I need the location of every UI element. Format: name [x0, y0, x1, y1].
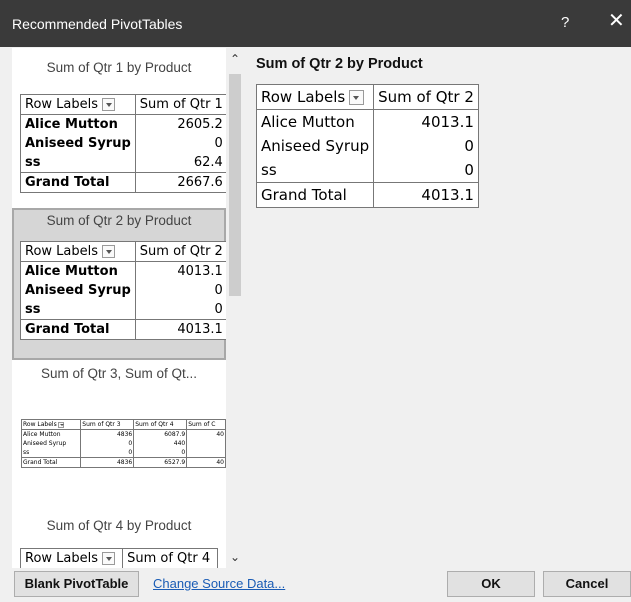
filter-dropdown-icon: [57, 421, 64, 428]
scroll-thumb[interactable]: [229, 74, 241, 296]
dialog-titlebar: Recommended PivotTables ? ✕: [0, 0, 631, 47]
pivot-thumbnail-table: Row Labels Sum of Qtr 1 Alice Mutton 2605…: [20, 94, 226, 193]
thumbnails-scrollbar[interactable]: ⌃ ⌄: [226, 48, 244, 568]
dialog-title: Recommended PivotTables: [12, 16, 183, 32]
header-value: Sum of Qtr 2: [373, 84, 479, 110]
recommendation-caption: Sum of Qtr 2 by Product: [46, 213, 192, 228]
header-value: Sum of Qtr 1: [134, 94, 226, 115]
pivot-thumbnail-table: Row Labels Sum of Qtr 2 Alice Mutton 4013…: [20, 241, 226, 340]
filter-dropdown-icon: [349, 90, 365, 105]
preview-title: Sum of Qtr 2 by Product: [256, 56, 423, 72]
grand-total-row: Grand Total 4013.1: [255, 182, 479, 208]
grand-total-row: Grand Total 2667.6: [20, 172, 226, 193]
filter-dropdown-icon: [102, 245, 116, 258]
recommendation-caption: Sum of Qtr 3, Sum of Qt...: [40, 366, 198, 381]
recommendation-qtr2[interactable]: Sum of Qtr 2 by Product Row Labels Sum o…: [12, 208, 226, 360]
pivot-thumbnail-table: Row Labels Sum of Qtr 3 Sum of Qtr 4 Sum…: [20, 419, 226, 468]
table-row: Aniseed Syrup 0: [255, 134, 479, 158]
pivot-preview: Row Labels Sum of Qtr 2 Alice Mutton 4013…: [255, 84, 479, 208]
table-row: Aniseed Syrup 0 440: [20, 439, 226, 448]
blank-pivottable-button[interactable]: Blank PivotTable: [14, 571, 139, 597]
change-source-data-link[interactable]: Change Source Data...: [153, 576, 285, 591]
filter-dropdown-icon: [102, 552, 116, 565]
table-row: ss 62.4: [20, 153, 226, 173]
table-row: Aniseed Syrup 0: [20, 281, 226, 300]
scroll-down-icon[interactable]: ⌄: [226, 550, 244, 564]
recommendation-caption: Sum of Qtr 4 by Product: [46, 518, 192, 533]
recommendation-qtr3-qtr4[interactable]: Sum of Qtr 3, Sum of Qt... Row Labels Su…: [12, 360, 226, 510]
header-row-labels: Row Labels: [19, 548, 124, 568]
header-value: Sum of Qtr 4: [122, 548, 218, 568]
recommendations-list[interactable]: Sum of Qtr 1 by Product Row Labels Sum o…: [12, 48, 226, 568]
table-row: Alice Mutton 4013.1: [255, 109, 479, 134]
scroll-up-icon[interactable]: ⌃: [226, 52, 244, 66]
pivot-thumbnail-table: Row Labels Sum of Qtr 4: [19, 548, 218, 568]
grand-total-row: Grand Total 4836 6527.9 40: [20, 457, 226, 468]
header-value: Sum of Qtr 2: [134, 241, 226, 262]
table-row: Alice Mutton 4013.1: [20, 261, 226, 281]
table-row: Alice Mutton 2605.2: [20, 114, 226, 134]
filter-dropdown-icon: [102, 98, 116, 111]
table-row: Aniseed Syrup 0: [20, 134, 226, 153]
ok-button[interactable]: OK: [447, 571, 535, 597]
header-row-labels: Row Labels: [20, 94, 136, 115]
header-row-labels: Row Labels: [20, 419, 82, 430]
cancel-button[interactable]: Cancel: [543, 571, 631, 597]
grand-total-row: Grand Total 4013.1: [20, 319, 226, 340]
help-icon[interactable]: ?: [561, 14, 569, 31]
table-row: ss 0: [255, 158, 479, 183]
recommendation-qtr1[interactable]: Sum of Qtr 1 by Product Row Labels Sum o…: [12, 48, 226, 208]
close-icon[interactable]: ✕: [608, 10, 625, 32]
table-row: ss 0: [20, 300, 226, 320]
recommendation-qtr4[interactable]: Sum of Qtr 4 by Product Row Labels Sum o…: [12, 510, 226, 568]
recommendation-caption: Sum of Qtr 1 by Product: [46, 60, 192, 75]
table-row: ss 0 0: [20, 448, 226, 458]
table-row: Alice Mutton 4836 6087.9 40: [20, 429, 226, 439]
header-row-labels: Row Labels: [20, 241, 136, 262]
pivot-preview-table: Row Labels Sum of Qtr 2 Alice Mutton 4013…: [255, 84, 479, 208]
header-row-labels: Row Labels: [255, 84, 375, 110]
